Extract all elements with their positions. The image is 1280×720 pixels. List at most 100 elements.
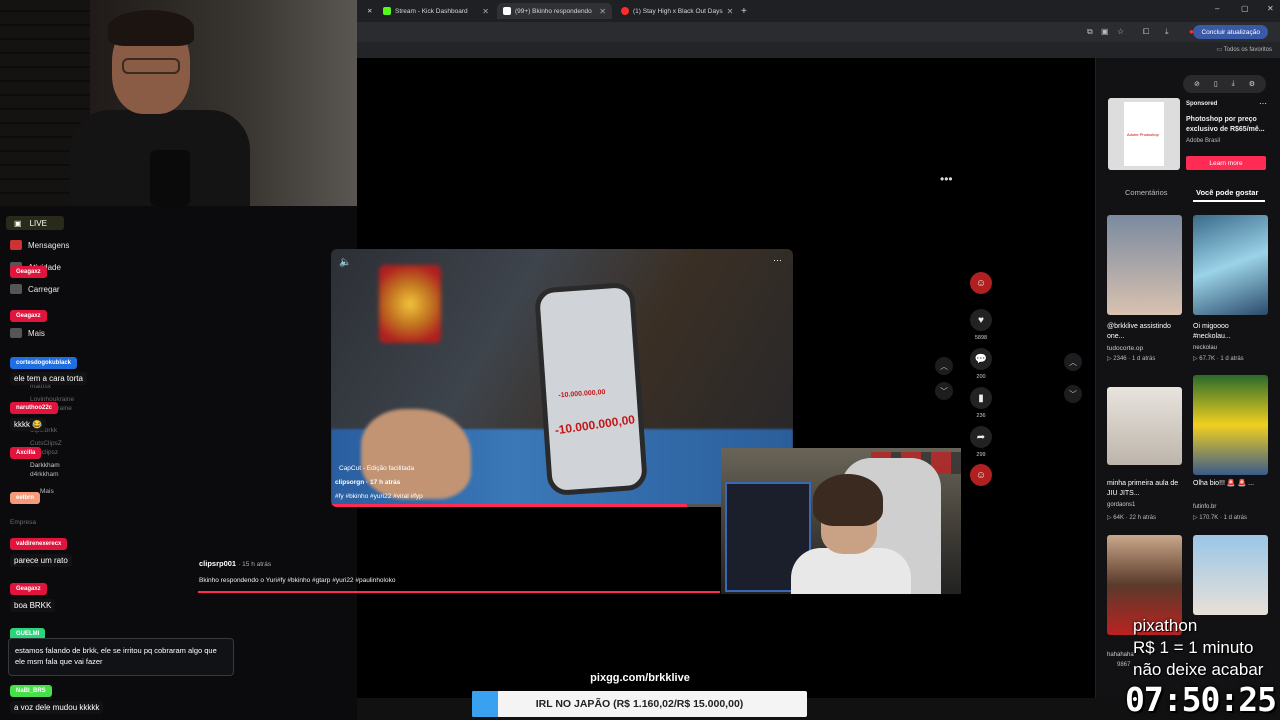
- chevron-up-icon[interactable]: ︿: [935, 357, 953, 375]
- translate-icon[interactable]: ⧉: [1087, 27, 1093, 37]
- pixathon-overlay: pixathon R$ 1 = 1 minuto não deixe acaba…: [1125, 616, 1280, 720]
- chat-highlight-message: estamos falando de brkk, ele se irritou …: [8, 638, 234, 676]
- active-tab-indicator: [1193, 200, 1265, 202]
- pixathon-rate: R$ 1 = 1 minuto: [1133, 638, 1254, 657]
- share-count: 299: [976, 452, 986, 458]
- ghost-following-name: CutsClipsZ: [30, 440, 62, 447]
- phone-icon[interactable]: ▯: [1214, 80, 1218, 88]
- tab-you-may-like[interactable]: Você pode gostar: [1196, 188, 1258, 197]
- kick-icon: [383, 7, 391, 15]
- live-icon: ▣: [14, 218, 22, 228]
- video-more-icon[interactable]: ⋯: [773, 255, 782, 266]
- blurred-neon-sign: [379, 265, 441, 343]
- ad-more-icon[interactable]: ⋯: [1259, 99, 1267, 108]
- video-title[interactable]: minha primeira aula de JIU JITS...: [1107, 479, 1182, 499]
- like-icon[interactable]: ♥: [970, 309, 992, 331]
- comment-count: 200: [976, 374, 986, 380]
- tab-kick-dashboard[interactable]: Stream - Kick Dashboard ✕: [377, 3, 495, 19]
- streamer-hair: [108, 10, 194, 46]
- tab-comments[interactable]: Comentários: [1125, 188, 1168, 197]
- video-thumbnail[interactable]: [1193, 215, 1268, 315]
- live-nav-item[interactable]: ▣ LIVE: [6, 216, 64, 230]
- video-author[interactable]: gordaons1: [1107, 502, 1135, 508]
- learn-more-button[interactable]: Learn more: [1186, 156, 1266, 170]
- more-icon: [10, 328, 22, 338]
- chat-username: naruthoo22c: [10, 402, 59, 414]
- minimize-icon[interactable]: –: [1215, 4, 1219, 13]
- all-bookmarks-link[interactable]: ▭ Todos os favoritos: [1216, 46, 1272, 53]
- volume-icon[interactable]: 🔈: [339, 257, 351, 268]
- comment-icon[interactable]: 💬: [970, 348, 992, 370]
- video-thumbnail[interactable]: [1193, 535, 1268, 615]
- tab-tiktok-video[interactable]: (99+) Bkinho respondendo ✕: [497, 3, 612, 19]
- close-icon[interactable]: ✕: [727, 7, 734, 16]
- video-meta: ▷ 64K · 22 h atrás: [1107, 515, 1156, 521]
- video-author[interactable]: neckolau: [1193, 345, 1217, 351]
- extension-toolbar: ⊘ ▯ ⤓ ⚙: [1183, 75, 1266, 93]
- bookmark-icon[interactable]: ▮: [970, 387, 992, 409]
- tiktok-icon: [503, 7, 511, 15]
- download-icon[interactable]: ⤓: [1165, 27, 1169, 37]
- guest-body: [791, 548, 911, 594]
- author-avatar[interactable]: ☺: [970, 272, 992, 294]
- video-thumbnail[interactable]: [1107, 387, 1182, 465]
- save-count: 236: [976, 413, 986, 419]
- more-options-icon[interactable]: •••: [940, 172, 953, 186]
- ad-thumbnail[interactable]: Adobe Photoshop: [1108, 98, 1180, 170]
- pixathon-title: pixathon: [1133, 616, 1198, 635]
- streamer-glasses: [122, 58, 180, 74]
- window-close-icon[interactable]: ✕: [1267, 4, 1274, 13]
- sidebar-item-messages[interactable]: Mensagens: [10, 240, 69, 250]
- tab-close-icon[interactable]: ✕: [361, 3, 373, 19]
- video-author[interactable]: clipsrp001 · 15 h atrás: [199, 559, 271, 568]
- chat-username: Geagaxz: [10, 310, 47, 322]
- prev-video-button[interactable]: ︿: [1064, 353, 1082, 371]
- video-overlay-user: clipsorgn · 17 h atrás: [335, 479, 401, 486]
- sidebar-item-more[interactable]: Mais: [10, 328, 45, 338]
- video-title[interactable]: @brkklive assistindo one...: [1107, 322, 1182, 342]
- bookmarks-bar: ▭ Todos os favoritos: [357, 42, 1280, 58]
- close-icon[interactable]: ✕: [482, 7, 489, 16]
- microphone: [150, 150, 190, 206]
- like-count: 5898: [974, 335, 988, 341]
- browser-tab-bar: ✕ Stream - Kick Dashboard ✕ (99+) Bkinho…: [357, 0, 1280, 22]
- video-title[interactable]: Olha bio!!! 🚨 🚨 ...: [1193, 479, 1268, 489]
- chat-message: a voz dele mudou kkkkk: [10, 701, 104, 714]
- streamer-webcam: [0, 0, 357, 206]
- video-author[interactable]: futinfo.br: [1193, 504, 1216, 510]
- sidebar-item-upload[interactable]: Carregar: [10, 284, 60, 294]
- chat-message: ele tem a cara torta: [10, 372, 87, 385]
- video-author[interactable]: tudocorte.op: [1107, 345, 1143, 352]
- chat-message: boa BRKK: [10, 599, 56, 612]
- maximize-icon[interactable]: ▢: [1241, 4, 1249, 13]
- download-icon[interactable]: ⤓: [1232, 80, 1235, 88]
- chat-username: cortesdogokublack: [10, 357, 78, 369]
- chevron-down-icon[interactable]: ﹀: [935, 382, 953, 400]
- ghost-following-name: Darkkham: [30, 462, 60, 469]
- pixathon-timer: 07:50:25: [1125, 680, 1277, 719]
- new-tab-button[interactable]: +: [735, 3, 749, 19]
- tab-youtube-music[interactable]: (1) Stay High x Black Out Days ✕: [615, 3, 735, 19]
- star-icon[interactable]: ☆: [1117, 27, 1124, 36]
- video-meta: ▷ 2346 · 1 d atrás: [1107, 356, 1156, 362]
- ghost-more-link: Mais: [40, 488, 54, 495]
- chat-username: Geagaxz: [10, 583, 47, 595]
- link-icon[interactable]: ⊘: [1194, 80, 1200, 88]
- next-video-button[interactable]: ﹀: [1064, 385, 1082, 403]
- browser-toolbar: ⧉ ▣ ☆ ⧠ ⤓ ● Concluir atualização: [357, 22, 1280, 42]
- video-title[interactable]: Oi migoooo #neckolau...: [1193, 322, 1268, 342]
- share-icon[interactable]: ➦: [970, 426, 992, 448]
- update-button[interactable]: Concluir atualização: [1193, 25, 1268, 39]
- screencast-icon[interactable]: ▣: [1101, 27, 1109, 36]
- chat-message: kkkk 😂: [10, 418, 47, 431]
- music-avatar[interactable]: ☺: [970, 464, 992, 486]
- ad-title: Photoshop por preço exclusivo de R$65/mê…: [1186, 116, 1265, 133]
- chat-username: valdirenexerecx: [10, 538, 68, 550]
- extensions-icon[interactable]: ⧠: [1143, 27, 1149, 37]
- close-icon[interactable]: ✕: [599, 7, 606, 16]
- video-thumbnail[interactable]: [1107, 215, 1182, 315]
- video-post-time: · 15 h atrás: [238, 561, 272, 568]
- video-overlay-tags: #fy #bkinho #yuri22 #viral #fyp: [335, 493, 423, 500]
- settings-icon[interactable]: ⚙: [1249, 80, 1255, 88]
- video-thumbnail[interactable]: [1193, 375, 1268, 475]
